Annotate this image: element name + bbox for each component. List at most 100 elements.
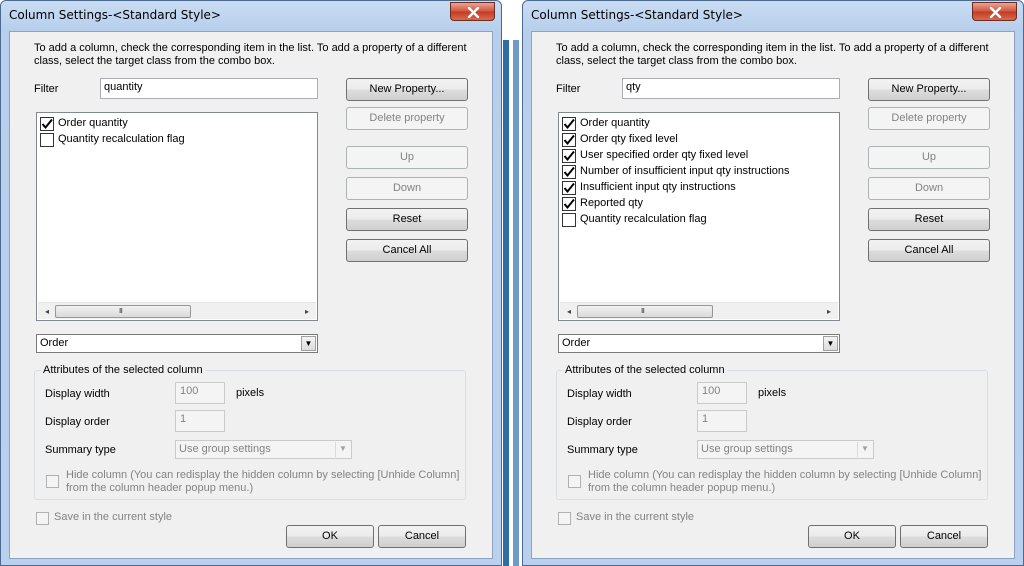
list-item-label: Insufficient input qty instructions [580,181,736,193]
scroll-right-icon[interactable]: ▸ [821,304,837,319]
checkbox-checked[interactable] [562,149,576,163]
scrollbar-thumb[interactable]: III [55,305,191,318]
chevron-down-icon: ▼ [335,442,350,457]
close-icon [989,7,1002,18]
column-settings-dialog: Column Settings-<Standard Style> To add … [0,0,502,566]
filter-input[interactable]: qty [622,78,840,99]
filter-input[interactable]: quantity [100,78,318,99]
instructions-text: To add a column, check the corresponding… [34,42,467,67]
display-width-field[interactable]: 100 [697,382,747,404]
cancel-button[interactable]: Cancel [378,525,466,548]
checkmark-icon [563,134,575,146]
list-item-label: Order qty fixed level [580,133,678,145]
up-button[interactable]: Up [346,146,468,169]
class-combo-value: Order [562,337,591,349]
list-item-label: Reported qty [580,197,643,209]
hide-column-label: Hide column (You can redisplay the hidde… [66,469,459,495]
title-bar: Column Settings-<Standard Style> [523,1,1023,31]
save-style-label: Save in the current style [54,511,173,523]
class-combo[interactable]: Order ▼ [36,334,318,353]
dialog-title: Column Settings-<Standard Style> [9,8,221,22]
close-icon [467,7,480,18]
display-order-field[interactable]: 1 [697,410,747,432]
list-item-label: User specified order qty fixed level [580,149,749,161]
close-button[interactable] [972,2,1017,21]
dialog-client-area: To add a column, check the corresponding… [9,31,493,559]
class-combo[interactable]: Order ▼ [558,334,840,353]
summary-type-select[interactable]: Use group settings ▼ [175,440,352,459]
dialog-client-area: To add a column, check the corresponding… [531,31,1015,559]
instructions-text: To add a column, check the corresponding… [556,42,989,67]
filter-label: Filter [34,83,59,95]
class-combo-value: Order [40,337,69,349]
property-list[interactable]: Order quantity Quantity recalculation fla… [36,112,318,321]
ok-button[interactable]: OK [808,525,896,548]
background-edge [503,40,509,566]
summary-type-select[interactable]: Use group settings ▼ [697,440,874,459]
horizontal-scrollbar[interactable]: ◂ III ▸ [560,302,838,319]
new-property-button[interactable]: New Property... [346,78,468,101]
display-order-field[interactable]: 1 [175,410,225,432]
chevron-down-icon[interactable]: ▼ [823,336,838,351]
save-style-checkbox[interactable] [36,512,49,525]
checkmark-icon [41,118,53,130]
checkbox-checked[interactable] [40,117,54,131]
property-list[interactable]: Order quantity Order qty fixed level User … [558,112,840,321]
ok-button[interactable]: OK [286,525,374,548]
scrollbar-thumb[interactable]: III [577,305,713,318]
checkmark-icon [563,150,575,162]
display-width-field[interactable]: 100 [175,382,225,404]
horizontal-scrollbar[interactable]: ◂ III ▸ [38,302,316,319]
checkbox-checked[interactable] [562,181,576,195]
list-item-label: Order quantity [580,117,650,129]
delete-property-button[interactable]: Delete property [868,107,990,130]
scroll-left-icon[interactable]: ◂ [39,304,55,319]
checkbox-unchecked[interactable] [40,133,54,147]
display-order-label: Display order [45,416,110,428]
pixels-label: pixels [236,387,265,399]
checkmark-icon [563,118,575,130]
display-width-label: Display width [45,388,110,400]
cancel-button[interactable]: Cancel [900,525,988,548]
display-order-label: Display order [567,416,632,428]
checkbox-checked[interactable] [562,165,576,179]
scroll-left-icon[interactable]: ◂ [561,304,577,319]
list-item-label: Number of insufficient input qty instruc… [580,165,790,177]
attributes-group-label: Attributes of the selected column [563,364,727,376]
dialog-title: Column Settings-<Standard Style> [531,8,743,22]
hide-column-checkbox[interactable] [568,475,581,488]
reset-button[interactable]: Reset [346,208,468,231]
checkbox-checked[interactable] [562,197,576,211]
new-property-button[interactable]: New Property... [868,78,990,101]
hide-column-checkbox[interactable] [46,475,59,488]
checkbox-checked[interactable] [562,133,576,147]
save-style-checkbox[interactable] [558,512,571,525]
checkmark-icon [563,182,575,194]
cancel-all-button[interactable]: Cancel All [868,239,990,262]
summary-type-value: Use group settings [179,443,271,455]
list-item-label: Quantity recalculation flag [58,133,185,145]
filter-label: Filter [556,83,581,95]
hide-column-label-line1: Hide column (You can redisplay the hidde… [588,469,982,481]
down-button[interactable]: Down [868,177,990,200]
checkbox-checked[interactable] [562,117,576,131]
delete-property-button[interactable]: Delete property [346,107,468,130]
hide-column-label-line2: from the column header popup menu.) [588,482,776,494]
checkbox-unchecked[interactable] [562,213,576,227]
reset-button[interactable]: Reset [868,208,990,231]
hide-column-label-line2: from the column header popup menu.) [66,482,254,494]
checkmark-icon [563,198,575,210]
cancel-all-button[interactable]: Cancel All [346,239,468,262]
close-button[interactable] [450,2,495,21]
summary-type-value: Use group settings [701,443,793,455]
summary-type-label: Summary type [45,444,116,456]
save-style-label: Save in the current style [576,511,695,523]
summary-type-label: Summary type [567,444,638,456]
up-button[interactable]: Up [868,146,990,169]
background-edge [513,40,519,566]
hide-column-label-line1: Hide column (You can redisplay the hidde… [66,469,460,481]
scroll-right-icon[interactable]: ▸ [299,304,315,319]
down-button[interactable]: Down [346,177,468,200]
chevron-down-icon[interactable]: ▼ [301,336,316,351]
hide-column-label: Hide column (You can redisplay the hidde… [588,469,981,495]
